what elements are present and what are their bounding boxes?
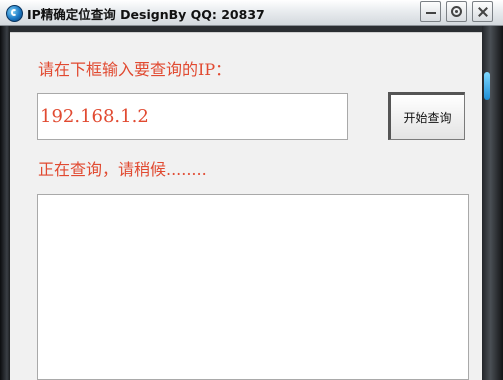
ip-prompt-label: 请在下框输入要查询的IP： <box>38 60 232 79</box>
result-textarea[interactable] <box>37 194 469 380</box>
window-frame-left <box>0 26 10 380</box>
settings-icon[interactable] <box>446 1 467 22</box>
status-text: 正在查询，请稍候........ <box>38 160 207 179</box>
app-icon[interactable] <box>6 5 23 22</box>
start-query-button[interactable]: 开始查询 <box>388 92 465 140</box>
minimize-icon[interactable] <box>420 1 441 22</box>
frame-accent-light <box>484 72 490 100</box>
ip-input[interactable] <box>37 93 348 140</box>
close-icon[interactable] <box>472 1 493 22</box>
title-bar[interactable]: IP精确定位查询 DesignBy QQ: 20837 <box>0 0 503 26</box>
window-title: IP精确定位查询 DesignBy QQ: 20837 <box>27 7 265 22</box>
